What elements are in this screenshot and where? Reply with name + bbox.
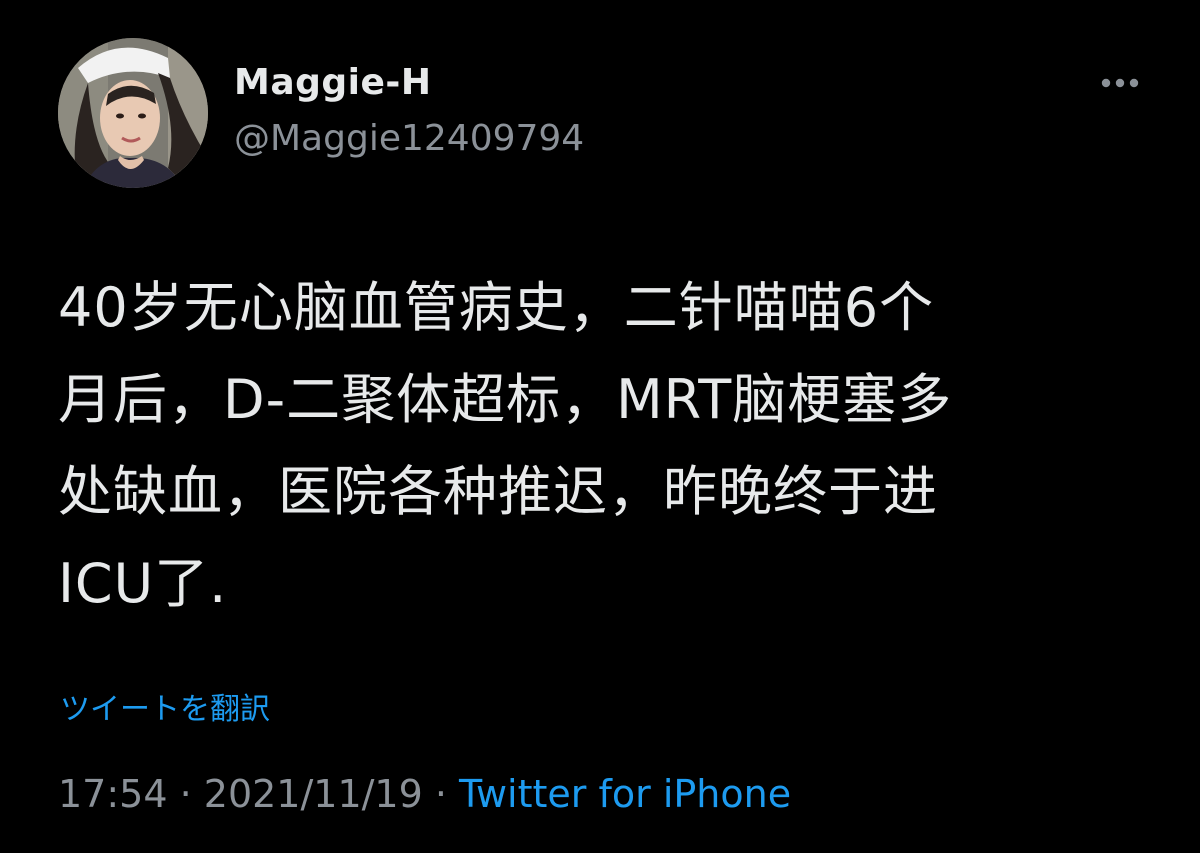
- tweet-card: Maggie-H @Maggie12409794 40岁无心脑血管病史，二针喵喵…: [0, 0, 1200, 853]
- meta-separator: ·: [167, 772, 204, 816]
- display-name[interactable]: Maggie-H: [234, 62, 431, 103]
- avatar[interactable]: [58, 38, 208, 188]
- tweet-date: 2021/11/19: [203, 772, 423, 816]
- profile-photo-icon: [58, 38, 208, 188]
- tweet-source-link[interactable]: Twitter for iPhone: [459, 772, 791, 816]
- tweet-metadata: 17:54 · 2021/11/19 · Twitter for iPhone: [58, 772, 791, 816]
- tweet-time: 17:54: [58, 772, 168, 816]
- more-horizontal-icon: [1101, 78, 1139, 88]
- translate-tweet-link[interactable]: ツイートを翻訳: [60, 684, 270, 728]
- user-handle[interactable]: @Maggie12409794: [234, 118, 584, 159]
- tweet-text: 40岁无心脑血管病史，二针喵喵6个 月后，D-二聚体超标，MRT脑梗塞多 处缺血…: [58, 276, 953, 615]
- more-options-button[interactable]: [1096, 68, 1144, 98]
- meta-separator: ·: [422, 772, 460, 816]
